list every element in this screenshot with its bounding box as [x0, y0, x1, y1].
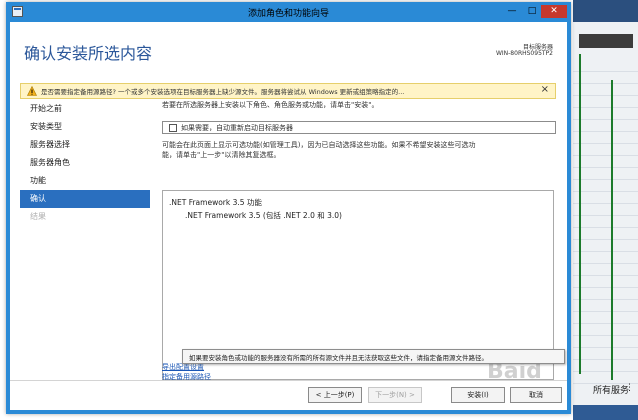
- cancel-button[interactable]: 取消: [510, 387, 562, 403]
- confirmation-content: 若要在所选服务器上安装以下角色、角色服务或功能，请单击"安装"。 如果需要，自动…: [162, 100, 562, 390]
- background-all-services-label: 所有服务: [593, 386, 630, 396]
- next-button[interactable]: 下一步(N) >: [368, 387, 422, 403]
- warning-banner[interactable]: 是否需要指定备用源路径? 一个或多个安装选项在目标服务器上缺少源文件。服务器将尝…: [20, 83, 556, 99]
- close-window-button[interactable]: ✕: [541, 5, 567, 18]
- warning-icon: [27, 86, 37, 96]
- alternate-source-tooltip: 如果要安装角色或功能的服务器没有所需的所有源文件并且无法获取这些文件，请指定备用…: [182, 349, 565, 364]
- background-status-line-2: [611, 80, 613, 380]
- nav-item-results: 结果: [30, 212, 46, 221]
- target-server-name: WIN-80RHS095TP2: [495, 50, 553, 57]
- warning-close-icon[interactable]: ×: [541, 84, 549, 95]
- wizard-nav: 开始之前 安装类型 服务器选择 服务器角色 功能 确认 结果: [20, 100, 150, 226]
- nav-item-installation-type[interactable]: 安装类型: [20, 118, 150, 136]
- restart-checkbox[interactable]: [169, 124, 177, 132]
- background-server-manager: 所有服务 ⋮: [573, 0, 638, 420]
- window-title: 添加角色和功能向导: [247, 9, 329, 19]
- warning-text: 是否需要指定备用源路径? 一个或多个安装选项在目标服务器上缺少源文件。服务器将尝…: [41, 88, 405, 96]
- minimize-button[interactable]: —: [503, 5, 521, 18]
- screen: 所有服务 ⋮ 添加角色和功能向导 — □ ✕ 确认安装所选内容 目标服务器 WI…: [0, 0, 638, 420]
- optional-features-note-line1: 可能会在此页面上显示可选功能(如管理工具)，因为已自动选择这些功能。如果不希望安…: [162, 141, 476, 149]
- list-item: .NET Framework 3.5 (包括 .NET 2.0 和 3.0): [185, 211, 342, 220]
- page-title: 确认安装所选内容: [24, 44, 153, 63]
- intro-text: 若要在所选服务器上安装以下角色、角色服务或功能，请单击"安装"。: [162, 101, 379, 109]
- titlebar[interactable]: 添加角色和功能向导 — □ ✕: [6, 2, 571, 22]
- footer-divider: [10, 380, 567, 381]
- restart-checkbox-row[interactable]: 如果需要，自动重新启动目标服务器: [162, 121, 556, 134]
- optional-features-note-line2: 能，请单击"上一步"以清除其复选框。: [162, 151, 281, 159]
- background-titlebar: [573, 0, 638, 22]
- background-menu-icon: ⋮: [625, 383, 634, 393]
- install-button[interactable]: 安装(I): [451, 387, 505, 403]
- nav-item-before-you-begin[interactable]: 开始之前: [20, 100, 150, 118]
- maximize-button[interactable]: □: [523, 5, 541, 18]
- background-bottom-bar: [573, 405, 638, 420]
- nav-item-server-roles[interactable]: 服务器角色: [20, 154, 150, 172]
- restart-checkbox-label[interactable]: 如果需要，自动重新启动目标服务器: [181, 123, 293, 133]
- nav-item-confirmation[interactable]: 确认: [20, 190, 150, 208]
- background-status-line: [579, 54, 581, 374]
- tooltip-text: 如果要安装角色或功能的服务器没有所需的所有源文件并且无法获取这些文件，请指定备用…: [189, 354, 488, 362]
- nav-item-server-selection[interactable]: 服务器选择: [20, 136, 150, 154]
- list-item: .NET Framework 3.5 功能: [169, 198, 262, 207]
- background-grid: [573, 60, 638, 390]
- nav-item-features[interactable]: 功能: [20, 172, 150, 190]
- previous-button[interactable]: < 上一步(P): [308, 387, 362, 403]
- background-dark-panel: [579, 34, 633, 48]
